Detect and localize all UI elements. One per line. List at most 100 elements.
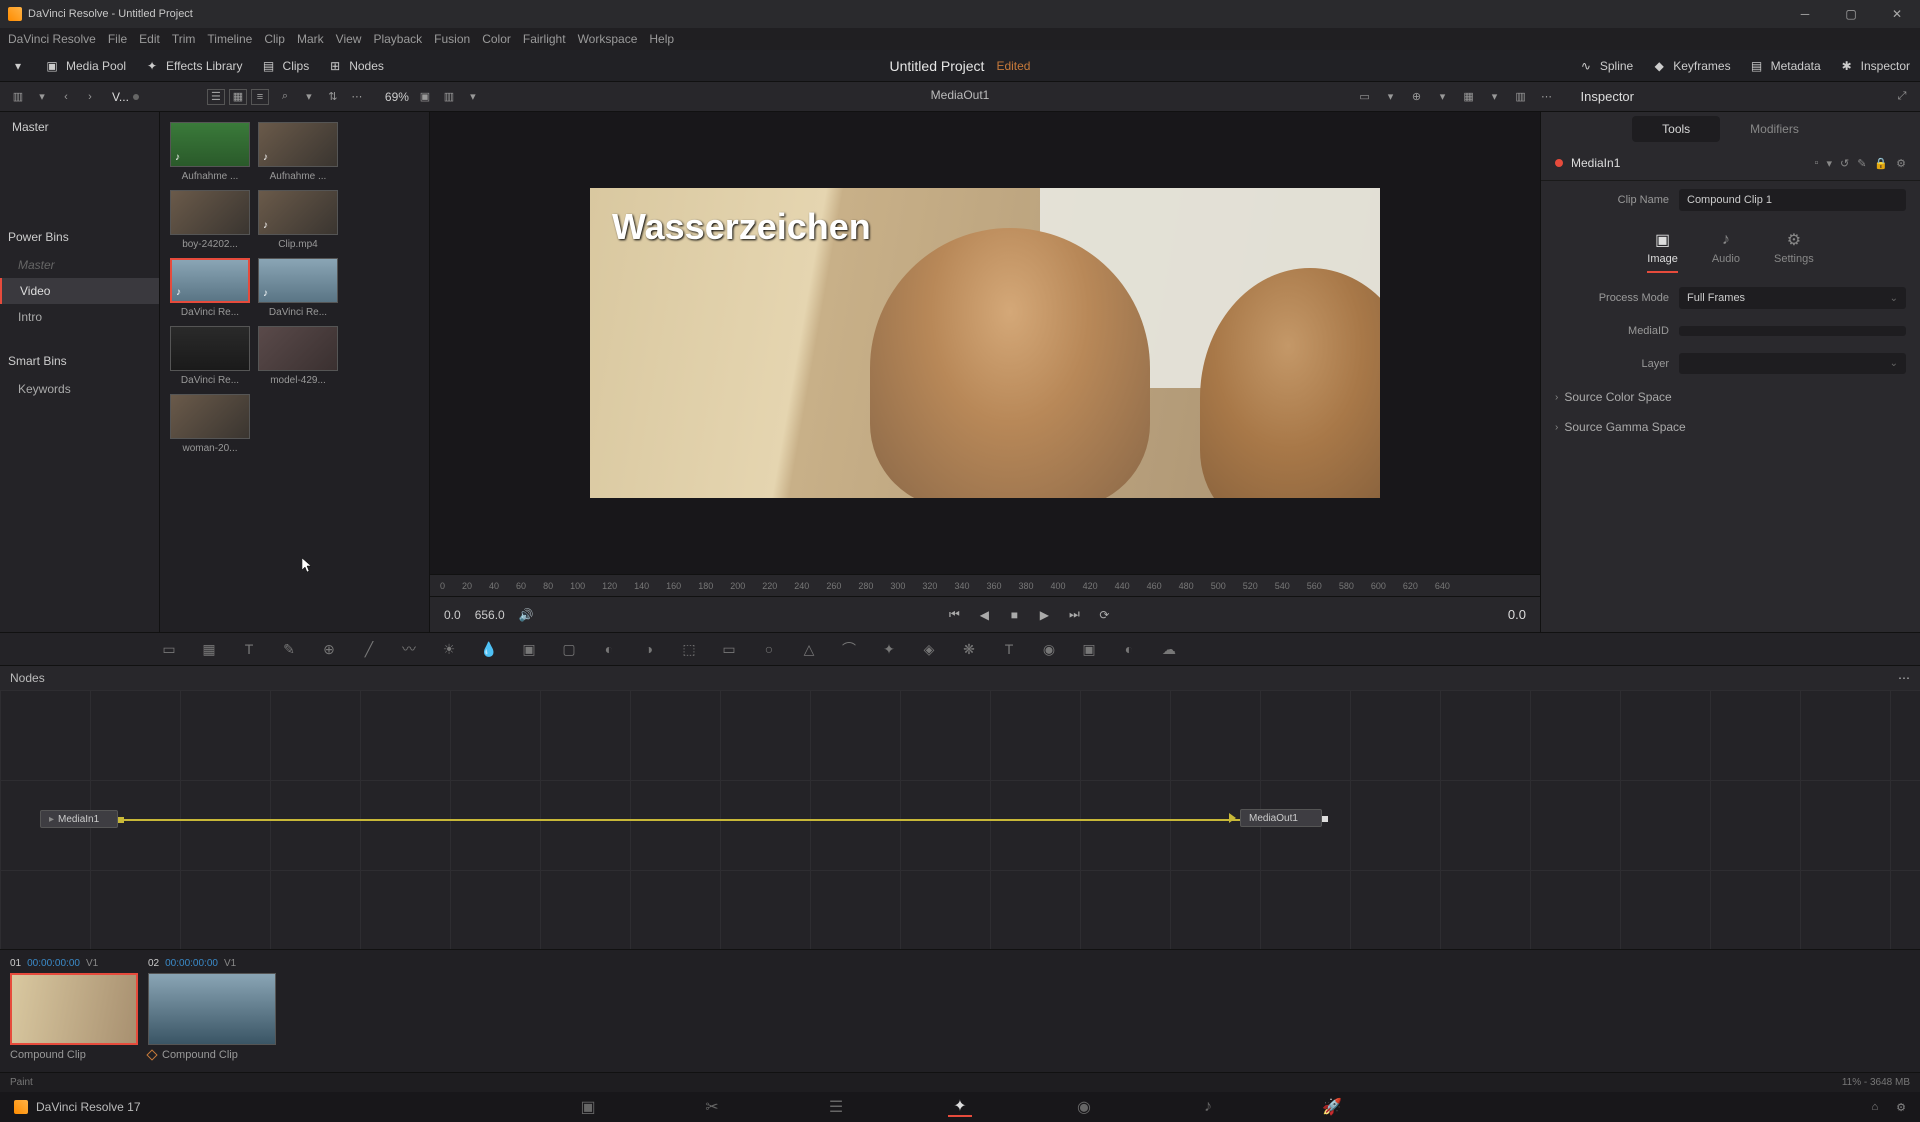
polygon-mask-icon[interactable]: △ [800, 640, 818, 658]
metadata-toggle[interactable]: ▤Metadata [1749, 58, 1821, 74]
reset-icon[interactable]: ↺ [1840, 157, 1849, 170]
clip-item[interactable]: boy-24202... [170, 190, 250, 250]
fusion-page-icon[interactable]: ✦ [948, 1097, 972, 1117]
paint-tool-icon[interactable]: ✎ [280, 640, 298, 658]
search-icon[interactable]: ⌕ [277, 89, 293, 105]
chevron-down-icon[interactable]: ▾ [465, 89, 481, 105]
deliver-page-icon[interactable]: 🚀 [1320, 1097, 1344, 1117]
spline-toggle[interactable]: ∿Spline [1578, 58, 1633, 74]
merge-tool-icon[interactable]: ▣ [520, 640, 538, 658]
settings-icon[interactable]: ⚙ [1896, 157, 1906, 170]
inspector-mode-image[interactable]: ▣Image [1647, 231, 1678, 273]
forward-icon[interactable]: › [82, 89, 98, 105]
bin-dropdown[interactable]: V... [112, 90, 139, 104]
menu-item[interactable]: Fairlight [523, 32, 566, 46]
timecode-in[interactable]: 0.0 [444, 608, 461, 622]
node-output-port[interactable] [1322, 816, 1328, 822]
prender-tool-icon[interactable]: ◈ [920, 640, 938, 658]
node-mediain[interactable]: ▸ MediaIn1 [40, 810, 118, 828]
project-settings-icon[interactable]: ⚙ [1896, 1101, 1906, 1114]
viewer-canvas[interactable]: Wasserzeichen [430, 112, 1540, 574]
mask-tool-icon[interactable]: ╱ [360, 640, 378, 658]
more-icon[interactable]: ⋯ [349, 89, 365, 105]
clip-item[interactable]: ♪DaVinci Re... [258, 258, 338, 318]
lock-icon[interactable]: 🔒 [1874, 157, 1888, 170]
light-tool-icon[interactable]: ◐ [1120, 640, 1138, 658]
menu-item[interactable]: View [336, 32, 362, 46]
minimize-button[interactable]: ─ [1782, 0, 1828, 28]
process-mode-dropdown[interactable]: Full Frames⌄ [1679, 287, 1906, 309]
more-icon[interactable]: ⋯ [1539, 89, 1555, 105]
color-page-icon[interactable]: ◉ [1072, 1097, 1096, 1117]
pin-icon[interactable]: ✎ [1857, 157, 1866, 170]
single-viewer-icon[interactable]: ▭ [1357, 89, 1373, 105]
ellipse-mask-icon[interactable]: ○ [760, 640, 778, 658]
render3d-tool-icon[interactable]: ☁ [1160, 640, 1178, 658]
background-tool-icon[interactable]: ▭ [160, 640, 178, 658]
clip-item[interactable]: ♪Aufnahme ... [258, 122, 338, 182]
chevron-down-icon[interactable]: ▾ [1487, 89, 1503, 105]
fairlight-page-icon[interactable]: ♪ [1196, 1097, 1220, 1117]
cut-page-icon[interactable]: ✂ [700, 1097, 724, 1117]
menu-item[interactable]: File [108, 32, 127, 46]
media-pool-toggle[interactable]: ▣Media Pool [44, 58, 126, 74]
play-button[interactable]: ▶ [1036, 607, 1052, 623]
channelbool-tool-icon[interactable]: ◑ [640, 640, 658, 658]
camera3d-tool-icon[interactable]: ▣ [1080, 640, 1098, 658]
fastnoise-tool-icon[interactable]: ▦ [200, 640, 218, 658]
media-id-field[interactable] [1679, 326, 1906, 336]
menu-item[interactable]: Help [649, 32, 674, 46]
transform-tool-icon[interactable]: ▢ [560, 640, 578, 658]
resize-tool-icon[interactable]: ⬚ [680, 640, 698, 658]
menu-item[interactable]: Playback [373, 32, 422, 46]
node-graph[interactable]: ▸ MediaIn1 MediaOut1 [0, 690, 1920, 950]
audio-toggle-icon[interactable]: 🔊 [519, 608, 534, 622]
collapsible-source-color-space[interactable]: ›Source Color Space [1541, 382, 1920, 412]
render-icon[interactable]: ⊕ [1409, 89, 1425, 105]
chevron-down-icon[interactable]: ▾ [1826, 157, 1832, 170]
back-icon[interactable]: ‹ [58, 89, 74, 105]
menu-item[interactable]: Clip [264, 32, 285, 46]
blur-tool-icon[interactable]: 〰 [400, 640, 418, 658]
loop-button[interactable]: ⟳ [1096, 607, 1112, 623]
clip-item[interactable]: ♪Clip.mp4 [258, 190, 338, 250]
sort-icon[interactable]: ⇅ [325, 89, 341, 105]
menu-item[interactable]: Timeline [207, 32, 252, 46]
tracker-tool-icon[interactable]: ⊕ [320, 640, 338, 658]
timeline-clip[interactable]: 0200:00:00:00V1 Compound Clip [148, 958, 278, 1064]
timecode-out[interactable]: 0.0 [1508, 607, 1526, 622]
fit-icon[interactable]: ▣ [417, 89, 433, 105]
master-bin[interactable]: Master [0, 112, 159, 142]
shelf-dropdown[interactable]: ▾ [10, 58, 26, 74]
expand-icon[interactable]: ⤢ [1894, 89, 1910, 105]
last-frame-button[interactable]: ⏭ [1066, 607, 1082, 623]
collapsible-source-gamma-space[interactable]: ›Source Gamma Space [1541, 412, 1920, 442]
brightness-tool-icon[interactable]: ☀ [440, 640, 458, 658]
bspline-mask-icon[interactable]: ⌒ [840, 640, 858, 658]
view-list-icon[interactable]: ≡ [251, 89, 269, 105]
colorcorrect-tool-icon[interactable]: 💧 [480, 640, 498, 658]
view-metadata-icon[interactable]: ☰ [207, 89, 225, 105]
particles-tool-icon[interactable]: ✦ [880, 640, 898, 658]
clip-item[interactable]: woman-20... [170, 394, 250, 454]
inspector-tab-tools[interactable]: Tools [1632, 116, 1720, 142]
first-frame-button[interactable]: ⏮ [946, 607, 962, 623]
square-icon[interactable]: ▫ [1815, 157, 1819, 170]
clip-item[interactable]: ♪DaVinci Re... [170, 258, 250, 318]
grid-icon[interactable]: ▦ [1461, 89, 1477, 105]
step-back-button[interactable]: ◀ [976, 607, 992, 623]
text-tool-icon[interactable]: T [240, 640, 258, 658]
time-ruler[interactable]: 0204060801001201401601802002202402602803… [430, 574, 1540, 596]
menu-item[interactable]: Trim [172, 32, 196, 46]
split-icon[interactable]: ▥ [441, 89, 457, 105]
chevron-down-icon[interactable]: ▾ [34, 89, 50, 105]
zoom-level[interactable]: 69% [385, 90, 409, 104]
inspector-toggle[interactable]: ✱Inspector [1839, 58, 1910, 74]
maximize-button[interactable]: ▢ [1828, 0, 1874, 28]
timeline-clip[interactable]: 0100:00:00:00V1 Compound Clip [10, 958, 140, 1064]
keyframes-toggle[interactable]: ◆Keyframes [1651, 58, 1730, 74]
stop-button[interactable]: ■ [1006, 607, 1022, 623]
bin-item[interactable]: Master [0, 252, 159, 278]
close-button[interactable]: ✕ [1874, 0, 1920, 28]
split-vert-icon[interactable]: ▥ [1513, 89, 1529, 105]
